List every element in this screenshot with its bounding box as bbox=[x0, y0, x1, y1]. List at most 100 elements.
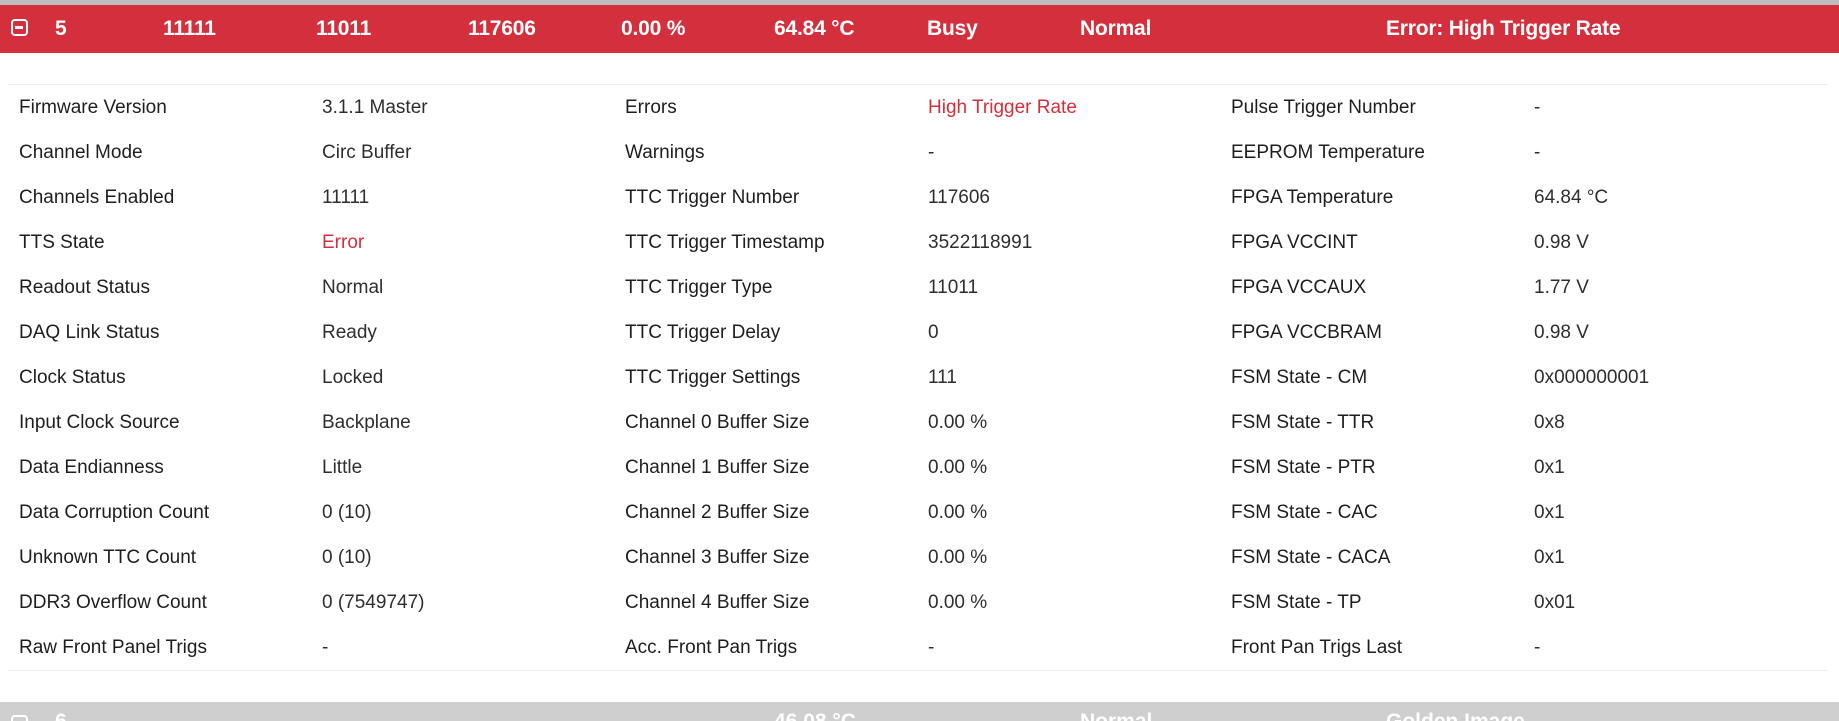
detail-value: - bbox=[1534, 142, 1541, 163]
detail-value: 0.00 % bbox=[928, 457, 988, 478]
detail-value: 1.77 V bbox=[1534, 277, 1589, 298]
detail-label: TTS State bbox=[19, 232, 105, 253]
detail-label: Channel 1 Buffer Size bbox=[625, 457, 810, 478]
detail-value: - bbox=[322, 637, 329, 658]
detail-row: DAQ Link Status Ready TTC Trigger Delay … bbox=[8, 310, 1828, 355]
detail-value: 0x8 bbox=[1534, 412, 1565, 433]
detail-value: 0.98 V bbox=[1534, 322, 1589, 343]
expand-icon[interactable] bbox=[11, 715, 28, 721]
detail-row: Firmware Version 3.1.1 Master Errors Hig… bbox=[8, 85, 1828, 130]
detail-value: 0 (7549747) bbox=[322, 592, 425, 613]
detail-value: 117606 bbox=[928, 187, 990, 208]
detail-row: Readout Status Normal TTC Trigger Type 1… bbox=[8, 265, 1828, 310]
detail-row: Data Endianness Little Channel 1 Buffer … bbox=[8, 445, 1828, 490]
tts-state: Busy bbox=[927, 17, 978, 40]
detail-value: 0x000000001 bbox=[1534, 367, 1650, 388]
detail-label: FPGA VCCBRAM bbox=[1231, 322, 1382, 343]
detail-value: - bbox=[1534, 97, 1541, 118]
fpga-temperature: 64.84 °C bbox=[774, 17, 855, 40]
detail-label: FPGA Temperature bbox=[1231, 187, 1394, 208]
board-status-message: Error: High Trigger Rate bbox=[1386, 17, 1621, 40]
readout-status: Normal bbox=[1080, 710, 1152, 721]
detail-label: TTC Trigger Type bbox=[625, 277, 773, 298]
detail-value: 0 (10) bbox=[322, 502, 372, 523]
detail-label: Errors bbox=[625, 97, 677, 118]
detail-value: Little bbox=[322, 457, 363, 478]
detail-value: 3522118991 bbox=[928, 232, 1033, 253]
readout-status: Normal bbox=[1080, 17, 1152, 40]
detail-value: 0x1 bbox=[1534, 547, 1565, 568]
fpga-temperature: 46.08 °C bbox=[774, 710, 856, 721]
detail-label: EEPROM Temperature bbox=[1231, 142, 1425, 163]
detail-row: Unknown TTC Count 0 (10) Channel 3 Buffe… bbox=[8, 535, 1828, 580]
detail-label: Input Clock Source bbox=[19, 412, 180, 433]
detail-label: Raw Front Panel Trigs bbox=[19, 637, 207, 658]
detail-value: Backplane bbox=[322, 412, 411, 433]
detail-label: FPGA VCCAUX bbox=[1231, 277, 1367, 298]
detail-value: 0x1 bbox=[1534, 457, 1565, 478]
board-6-header-row[interactable]: 6 46.08 °C Normal Golden Image bbox=[0, 702, 1839, 721]
detail-label: Channel 3 Buffer Size bbox=[625, 547, 810, 568]
detail-value: - bbox=[928, 142, 935, 163]
detail-label: TTC Trigger Settings bbox=[625, 367, 801, 388]
detail-label: FSM State - PTR bbox=[1231, 457, 1376, 478]
board-status-page: 5 11111 11011 117606 0.00 % 64.84 °C Bus… bbox=[0, 0, 1839, 721]
detail-value: 0 bbox=[928, 322, 939, 343]
detail-label: Clock Status bbox=[19, 367, 126, 388]
board-details-table: Firmware Version 3.1.1 Master Errors Hig… bbox=[8, 84, 1828, 671]
detail-value: 111 bbox=[928, 367, 957, 388]
detail-label: DAQ Link Status bbox=[19, 322, 160, 343]
detail-label: Firmware Version bbox=[19, 97, 167, 118]
detail-label: Channels Enabled bbox=[19, 187, 175, 208]
detail-row: Channels Enabled 11111 TTC Trigger Numbe… bbox=[8, 175, 1828, 220]
collapse-icon[interactable] bbox=[11, 19, 28, 36]
detail-row: DDR3 Overflow Count 0 (7549747) Channel … bbox=[8, 580, 1828, 625]
detail-value: 0.00 % bbox=[928, 412, 988, 433]
detail-value: - bbox=[928, 637, 935, 658]
detail-label: FSM State - TTR bbox=[1231, 412, 1375, 433]
detail-label: Channel 4 Buffer Size bbox=[625, 592, 810, 613]
detail-value: Normal bbox=[322, 277, 384, 298]
detail-value: 0x01 bbox=[1534, 592, 1576, 613]
board-5-header-row[interactable]: 5 11111 11011 117606 0.00 % 64.84 °C Bus… bbox=[0, 5, 1839, 53]
detail-label: TTC Trigger Delay bbox=[625, 322, 781, 343]
detail-value: Circ Buffer bbox=[322, 142, 412, 163]
detail-value: Locked bbox=[322, 367, 384, 388]
detail-label: TTC Trigger Number bbox=[625, 187, 800, 208]
detail-value: 11011 bbox=[928, 277, 979, 298]
detail-value: 0 (10) bbox=[322, 547, 372, 568]
detail-row: Data Corruption Count 0 (10) Channel 2 B… bbox=[8, 490, 1828, 535]
detail-label: FSM State - CACA bbox=[1231, 547, 1391, 568]
detail-label: Front Pan Trigs Last bbox=[1231, 637, 1403, 658]
board-number: 6 bbox=[55, 710, 67, 721]
detail-label: FSM State - CM bbox=[1231, 367, 1368, 388]
detail-row: TTS State Error TTC Trigger Timestamp 35… bbox=[8, 220, 1828, 265]
detail-label: FPGA VCCINT bbox=[1231, 232, 1358, 253]
detail-label: FSM State - TP bbox=[1231, 592, 1362, 613]
trigger-number: 117606 bbox=[468, 17, 536, 40]
trigger-type: 11011 bbox=[316, 17, 372, 40]
detail-row: Input Clock Source Backplane Channel 0 B… bbox=[8, 400, 1828, 445]
detail-label: Data Endianness bbox=[19, 457, 164, 478]
detail-value: 3.1.1 Master bbox=[322, 97, 428, 118]
buffer-usage: 0.00 % bbox=[621, 17, 686, 40]
error-value: Error bbox=[322, 232, 365, 253]
detail-row: Clock Status Locked TTC Trigger Settings… bbox=[8, 355, 1828, 400]
detail-label: Data Corruption Count bbox=[19, 502, 210, 523]
board-number: 5 bbox=[55, 17, 67, 40]
detail-label: Warnings bbox=[625, 142, 705, 163]
detail-row: Channel Mode Circ Buffer Warnings - EEPR… bbox=[8, 130, 1828, 175]
detail-label: Channel 0 Buffer Size bbox=[625, 412, 810, 433]
detail-value: 0.98 V bbox=[1534, 232, 1589, 253]
detail-value: 0.00 % bbox=[928, 547, 988, 568]
detail-value: 0.00 % bbox=[928, 592, 988, 613]
detail-label: FSM State - CAC bbox=[1231, 502, 1378, 523]
detail-label: Channel Mode bbox=[19, 142, 143, 163]
detail-label: TTC Trigger Timestamp bbox=[625, 232, 825, 253]
detail-value: Ready bbox=[322, 322, 377, 343]
detail-value: 11111 bbox=[322, 187, 370, 208]
error-value: High Trigger Rate bbox=[928, 97, 1077, 118]
detail-value: - bbox=[1534, 637, 1541, 658]
detail-label: Readout Status bbox=[19, 277, 150, 298]
detail-label: DDR3 Overflow Count bbox=[19, 592, 207, 613]
